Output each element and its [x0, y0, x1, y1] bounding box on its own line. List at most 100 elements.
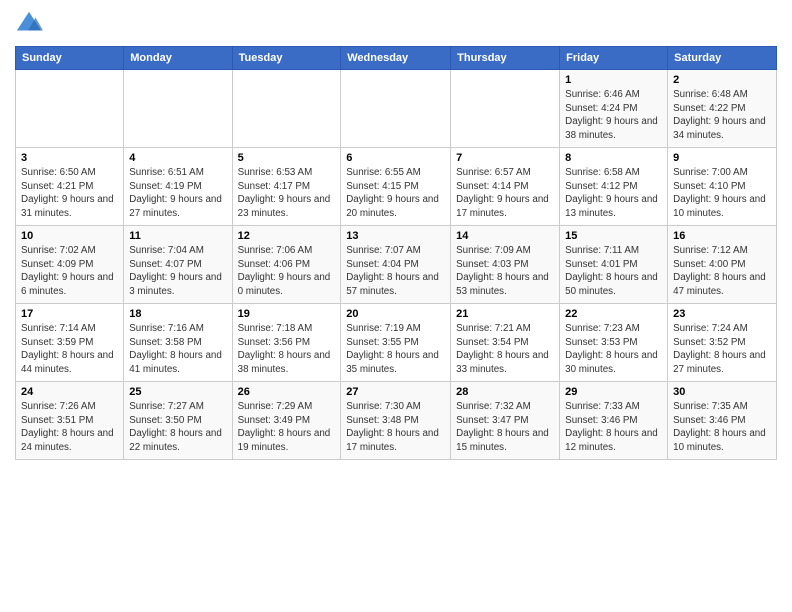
calendar-cell: 17 Sunrise: 7:14 AM Sunset: 3:59 PM Dayli…	[16, 304, 124, 382]
page: SundayMondayTuesdayWednesdayThursdayFrid…	[0, 0, 792, 612]
calendar-cell: 2Sunrise: 6:48 AM Sunset: 4:22 PM Daylig…	[668, 70, 777, 148]
calendar-cell: 29 Sunrise: 7:33 AM Sunset: 3:46 PM Dayli…	[560, 382, 668, 460]
day-number: 19	[238, 308, 336, 320]
day-number: 27	[346, 386, 445, 398]
calendar-week-2: 10Sunrise: 7:02 AM Sunset: 4:09 PM Dayli…	[16, 226, 777, 304]
day-info: Sunrise: 7:06 AM Sunset: 4:06 PM Dayligh…	[238, 244, 336, 299]
header-monday: Monday	[124, 47, 232, 70]
calendar-cell	[451, 70, 560, 148]
calendar-cell: 27 Sunrise: 7:30 AM Sunset: 3:48 PM Dayli…	[341, 382, 451, 460]
day-number: 29	[565, 386, 662, 398]
day-info: Sunrise: 7:33 AM Sunset: 3:46 PM Dayligh…	[565, 400, 662, 455]
header-saturday: Saturday	[668, 47, 777, 70]
header-sunday: Sunday	[16, 47, 124, 70]
day-number: 4	[129, 152, 226, 164]
calendar-cell: 18 Sunrise: 7:16 AM Sunset: 3:58 PM Dayli…	[124, 304, 232, 382]
header	[15, 10, 777, 38]
day-info: Sunrise: 7:27 AM Sunset: 3:50 PM Dayligh…	[129, 400, 226, 455]
day-info: Sunrise: 7:30 AM Sunset: 3:48 PM Dayligh…	[346, 400, 445, 455]
calendar-cell: 20Sunrise: 7:19 AM Sunset: 3:55 PM Dayli…	[341, 304, 451, 382]
day-info: Sunrise: 6:48 AM Sunset: 4:22 PM Dayligh…	[673, 88, 771, 143]
day-info: Sunrise: 7:09 AM Sunset: 4:03 PM Dayligh…	[456, 244, 554, 299]
calendar-week-0: 1 Sunrise: 6:46 AM Sunset: 4:24 PM Daylig…	[16, 70, 777, 148]
calendar-cell: 23 Sunrise: 7:24 AM Sunset: 3:52 PM Dayli…	[668, 304, 777, 382]
calendar-cell	[232, 70, 341, 148]
calendar-cell: 4 Sunrise: 6:51 AM Sunset: 4:19 PM Daylig…	[124, 148, 232, 226]
calendar-cell: 15 Sunrise: 7:11 AM Sunset: 4:01 PM Dayli…	[560, 226, 668, 304]
day-info: Sunrise: 7:14 AM Sunset: 3:59 PM Dayligh…	[21, 322, 118, 377]
day-number: 18	[129, 308, 226, 320]
day-number: 22	[565, 308, 662, 320]
day-number: 24	[21, 386, 118, 398]
day-info: Sunrise: 7:29 AM Sunset: 3:49 PM Dayligh…	[238, 400, 336, 455]
day-info: Sunrise: 6:51 AM Sunset: 4:19 PM Dayligh…	[129, 166, 226, 221]
calendar-cell: 28Sunrise: 7:32 AM Sunset: 3:47 PM Dayli…	[451, 382, 560, 460]
day-number: 6	[346, 152, 445, 164]
day-number: 16	[673, 230, 771, 242]
calendar-cell	[16, 70, 124, 148]
calendar-cell: 8 Sunrise: 6:58 AM Sunset: 4:12 PM Daylig…	[560, 148, 668, 226]
day-number: 12	[238, 230, 336, 242]
day-number: 1	[565, 74, 662, 86]
day-number: 25	[129, 386, 226, 398]
calendar-cell: 30 Sunrise: 7:35 AM Sunset: 3:46 PM Dayli…	[668, 382, 777, 460]
calendar-cell: 11 Sunrise: 7:04 AM Sunset: 4:07 PM Dayli…	[124, 226, 232, 304]
day-info: Sunrise: 7:12 AM Sunset: 4:00 PM Dayligh…	[673, 244, 771, 299]
day-number: 30	[673, 386, 771, 398]
day-number: 7	[456, 152, 554, 164]
header-tuesday: Tuesday	[232, 47, 341, 70]
calendar-cell: 3Sunrise: 6:50 AM Sunset: 4:21 PM Daylig…	[16, 148, 124, 226]
day-number: 13	[346, 230, 445, 242]
day-number: 14	[456, 230, 554, 242]
logo-icon	[15, 10, 43, 38]
calendar-cell: 25 Sunrise: 7:27 AM Sunset: 3:50 PM Dayli…	[124, 382, 232, 460]
calendar-cell: 10Sunrise: 7:02 AM Sunset: 4:09 PM Dayli…	[16, 226, 124, 304]
day-info: Sunrise: 7:00 AM Sunset: 4:10 PM Dayligh…	[673, 166, 771, 221]
calendar-week-4: 24 Sunrise: 7:26 AM Sunset: 3:51 PM Dayli…	[16, 382, 777, 460]
calendar-cell: 14 Sunrise: 7:09 AM Sunset: 4:03 PM Dayli…	[451, 226, 560, 304]
header-thursday: Thursday	[451, 47, 560, 70]
day-number: 20	[346, 308, 445, 320]
calendar-cell: 26 Sunrise: 7:29 AM Sunset: 3:49 PM Dayli…	[232, 382, 341, 460]
calendar-cell: 7 Sunrise: 6:57 AM Sunset: 4:14 PM Daylig…	[451, 148, 560, 226]
day-info: Sunrise: 7:07 AM Sunset: 4:04 PM Dayligh…	[346, 244, 445, 299]
calendar-cell: 6 Sunrise: 6:55 AM Sunset: 4:15 PM Daylig…	[341, 148, 451, 226]
day-number: 15	[565, 230, 662, 242]
day-info: Sunrise: 7:26 AM Sunset: 3:51 PM Dayligh…	[21, 400, 118, 455]
logo	[15, 10, 47, 38]
day-info: Sunrise: 6:57 AM Sunset: 4:14 PM Dayligh…	[456, 166, 554, 221]
calendar-cell	[341, 70, 451, 148]
day-number: 8	[565, 152, 662, 164]
day-info: Sunrise: 6:55 AM Sunset: 4:15 PM Dayligh…	[346, 166, 445, 221]
day-info: Sunrise: 7:16 AM Sunset: 3:58 PM Dayligh…	[129, 322, 226, 377]
day-number: 23	[673, 308, 771, 320]
calendar-header-row: SundayMondayTuesdayWednesdayThursdayFrid…	[16, 47, 777, 70]
day-info: Sunrise: 7:18 AM Sunset: 3:56 PM Dayligh…	[238, 322, 336, 377]
day-info: Sunrise: 7:21 AM Sunset: 3:54 PM Dayligh…	[456, 322, 554, 377]
calendar-cell: 13 Sunrise: 7:07 AM Sunset: 4:04 PM Dayli…	[341, 226, 451, 304]
calendar-cell: 12 Sunrise: 7:06 AM Sunset: 4:06 PM Dayli…	[232, 226, 341, 304]
day-number: 28	[456, 386, 554, 398]
day-number: 21	[456, 308, 554, 320]
day-info: Sunrise: 6:46 AM Sunset: 4:24 PM Dayligh…	[565, 88, 662, 143]
header-wednesday: Wednesday	[341, 47, 451, 70]
day-number: 26	[238, 386, 336, 398]
day-number: 17	[21, 308, 118, 320]
day-info: Sunrise: 7:11 AM Sunset: 4:01 PM Dayligh…	[565, 244, 662, 299]
calendar-cell: 19 Sunrise: 7:18 AM Sunset: 3:56 PM Dayli…	[232, 304, 341, 382]
calendar-cell: 24 Sunrise: 7:26 AM Sunset: 3:51 PM Dayli…	[16, 382, 124, 460]
day-info: Sunrise: 7:35 AM Sunset: 3:46 PM Dayligh…	[673, 400, 771, 455]
day-number: 10	[21, 230, 118, 242]
day-info: Sunrise: 7:04 AM Sunset: 4:07 PM Dayligh…	[129, 244, 226, 299]
calendar-cell: 16 Sunrise: 7:12 AM Sunset: 4:00 PM Dayli…	[668, 226, 777, 304]
calendar-cell: 22Sunrise: 7:23 AM Sunset: 3:53 PM Dayli…	[560, 304, 668, 382]
calendar-cell: 1 Sunrise: 6:46 AM Sunset: 4:24 PM Daylig…	[560, 70, 668, 148]
calendar-week-1: 3Sunrise: 6:50 AM Sunset: 4:21 PM Daylig…	[16, 148, 777, 226]
day-number: 11	[129, 230, 226, 242]
day-info: Sunrise: 6:58 AM Sunset: 4:12 PM Dayligh…	[565, 166, 662, 221]
day-number: 5	[238, 152, 336, 164]
day-info: Sunrise: 6:53 AM Sunset: 4:17 PM Dayligh…	[238, 166, 336, 221]
day-info: Sunrise: 7:24 AM Sunset: 3:52 PM Dayligh…	[673, 322, 771, 377]
calendar-cell: 5 Sunrise: 6:53 AM Sunset: 4:17 PM Daylig…	[232, 148, 341, 226]
day-number: 3	[21, 152, 118, 164]
